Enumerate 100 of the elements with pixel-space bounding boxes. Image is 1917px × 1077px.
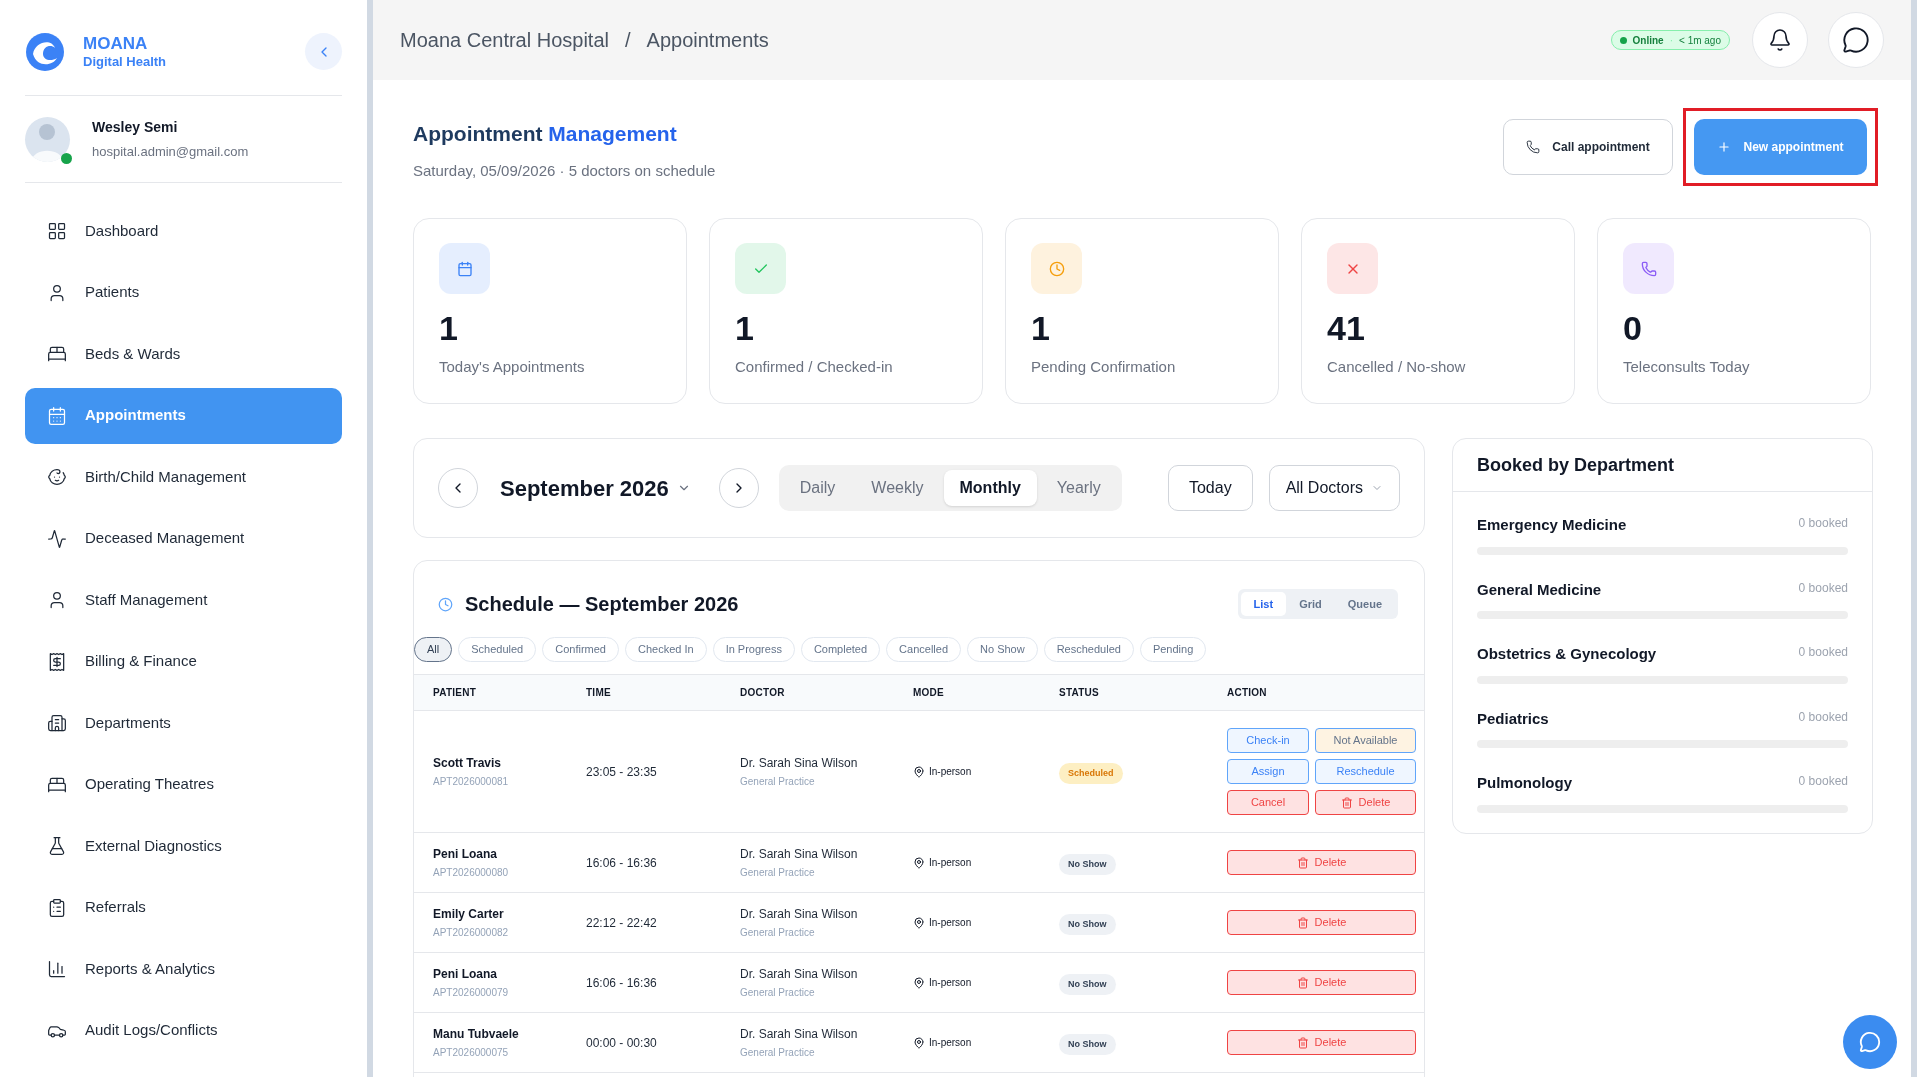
view-tab[interactable]: Daily — [783, 470, 852, 506]
action-button[interactable]: Not Available — [1315, 728, 1416, 753]
view-tab[interactable]: Monthly — [943, 470, 1037, 506]
booked-count: 0 booked — [1798, 579, 1848, 597]
phone-icon — [1526, 140, 1541, 154]
status-badge: No Show — [1059, 853, 1116, 876]
messages-button[interactable] — [1828, 12, 1884, 68]
bell-icon — [1768, 28, 1792, 52]
time-cell-text: 16:06 - 16:36 — [586, 974, 658, 992]
doctor-specialty: General Practice — [740, 775, 816, 789]
trash-icon — [1340, 796, 1353, 809]
notifications-button[interactable] — [1752, 12, 1808, 68]
layout-tab[interactable]: List — [1240, 592, 1287, 616]
department-name: Pulmonology — [1477, 773, 1572, 793]
sidebar-item[interactable]: Staff Management — [25, 572, 342, 628]
action-button[interactable]: Check-in — [1227, 728, 1309, 753]
delete-button[interactable]: Delete — [1315, 790, 1416, 815]
appointment-id: APT2026000079 — [433, 986, 510, 1000]
delete-button[interactable]: Delete — [1227, 910, 1416, 935]
action-button[interactable]: Reschedule — [1315, 759, 1416, 784]
stat-value: 0 — [1623, 308, 1643, 349]
breadcrumb-separator: / — [625, 28, 631, 53]
sidebar-item[interactable]: External Diagnostics — [25, 818, 342, 874]
stat-label: Pending Confirmation — [1031, 357, 1177, 377]
chat-icon — [1859, 1031, 1881, 1053]
sidebar-item[interactable]: Audit Logs/Conflicts — [25, 1002, 342, 1059]
chat-button[interactable] — [1843, 1015, 1897, 1069]
map-pin-icon — [913, 765, 925, 778]
sidebar-item[interactable]: Billing & Finance — [25, 633, 342, 690]
plus-icon — [1717, 140, 1732, 154]
status-badge: No Show — [1059, 913, 1116, 936]
grid-icon — [47, 221, 67, 241]
sidebar-item[interactable]: Referrals — [25, 879, 342, 936]
patient-name: Scott Travis — [433, 755, 503, 772]
sidebar-item[interactable]: Patients — [25, 264, 342, 321]
building-icon — [47, 713, 67, 733]
schedule-title: Schedule — September 2026 — [465, 592, 739, 617]
time-cell-text: 22:12 - 22:42 — [586, 914, 658, 932]
stat-label: Confirmed / Checked-in — [735, 357, 894, 377]
breadcrumb-item[interactable]: Appointments — [646, 25, 769, 55]
stat-label: Today's Appointments — [439, 357, 586, 377]
patient-name: Manu Tubvaele — [433, 1026, 520, 1043]
view-tab[interactable]: Yearly — [1040, 470, 1117, 506]
trash-icon — [1296, 1036, 1309, 1049]
layout-tab[interactable]: Grid — [1286, 592, 1335, 616]
call-appointment-button[interactable]: Call appointment — [1503, 119, 1673, 175]
action-button[interactable]: Assign — [1227, 759, 1309, 784]
doctor-filter-dropdown[interactable]: All Doctors — [1268, 465, 1400, 511]
breadcrumb-item[interactable]: Moana Central Hospital — [400, 25, 609, 55]
map-pin-icon — [913, 1036, 925, 1049]
status-label: Online — [1632, 33, 1664, 48]
booked-count: 0 booked — [1798, 644, 1848, 661]
sidebar-item[interactable]: Reports & Analytics — [25, 941, 342, 997]
sidebar-item[interactable]: Appointments — [25, 387, 342, 444]
doctor-name: Dr. Sarah Sina Wilson — [740, 966, 859, 983]
delete-button[interactable]: Delete — [1227, 1030, 1416, 1055]
action-button[interactable]: Cancel — [1227, 790, 1309, 815]
column-header: ACTION — [1227, 686, 1268, 700]
delete-button[interactable]: Delete — [1227, 970, 1416, 995]
sidebar-item[interactable]: Birth/Child Management — [25, 449, 342, 505]
page-title: Appointment Management — [413, 121, 678, 147]
layout-tab[interactable]: Queue — [1334, 592, 1395, 616]
sidebar-item[interactable]: Departments — [25, 695, 342, 751]
time-cell-text: 00:00 - 00:30 — [586, 1034, 658, 1052]
doctor-name: Dr. Sarah Sina Wilson — [740, 1026, 859, 1043]
user-email: hospital.admin@gmail.com — [92, 142, 249, 161]
page-subtitle: Saturday, 05/09/2026 · 5 doctors on schedule — [413, 160, 716, 181]
month-picker[interactable]: September 2026 — [500, 471, 691, 505]
avatar — [25, 116, 70, 162]
clock-icon — [438, 596, 453, 612]
mode-cell-text: In-person — [929, 916, 972, 930]
clipboard-icon — [47, 897, 67, 918]
delete-button[interactable]: Delete — [1227, 850, 1416, 875]
brand-subtitle: Digital Health — [83, 54, 167, 71]
sidebar-item[interactable]: Operating Theatres — [25, 756, 342, 813]
bed-icon — [47, 344, 67, 364]
sidebar-item[interactable]: Dashboard — [25, 203, 342, 259]
mode-cell-text: In-person — [929, 976, 972, 990]
calendar-icon — [456, 260, 473, 277]
time-cell-text: 23:05 - 23:35 — [586, 763, 658, 781]
column-header: STATUS — [1059, 686, 1100, 700]
map-pin-icon — [913, 856, 925, 869]
stat-value: 1 — [439, 308, 459, 349]
view-tab[interactable]: Weekly — [855, 470, 940, 506]
today-button[interactable]: Today — [1167, 465, 1253, 511]
sidebar-item[interactable]: Deceased Management — [25, 510, 342, 567]
sidebar-item[interactable]: Beds & Wards — [25, 326, 342, 382]
doctor-name: Dr. Sarah Sina Wilson — [740, 906, 859, 923]
doctor-name: Dr. Sarah Sina Wilson — [740, 846, 859, 863]
doctor-specialty: General Practice — [740, 866, 816, 880]
new-appointment-button[interactable]: New appointment — [1694, 119, 1867, 175]
stat-value: 41 — [1327, 308, 1366, 349]
status-filter-chip[interactable]: All — [414, 637, 453, 662]
appointment-id: APT2026000075 — [433, 1046, 510, 1060]
status-time: < 1m ago — [1679, 33, 1721, 48]
trash-icon — [1296, 976, 1309, 989]
department-name: General Medicine — [1477, 579, 1602, 600]
booked-count: 0 booked — [1798, 515, 1848, 532]
clock-icon — [1048, 260, 1065, 277]
doctor-specialty: General Practice — [740, 1046, 816, 1060]
